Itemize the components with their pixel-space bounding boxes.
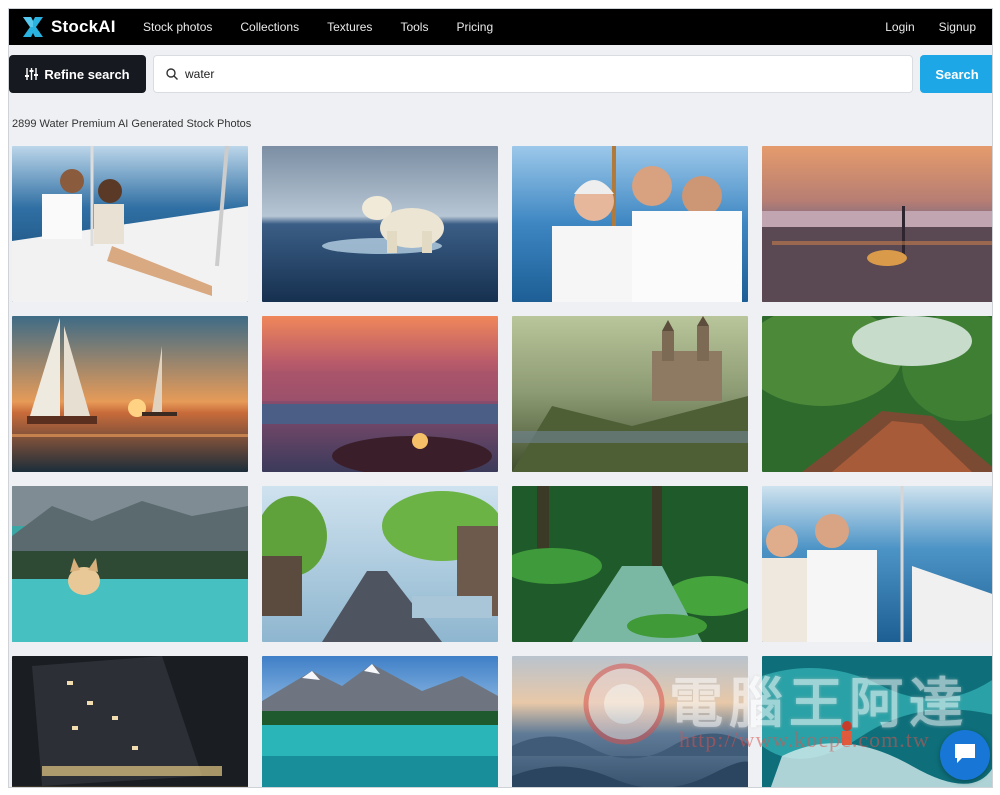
image-tile-mountain-turquoise-lake[interactable]: [262, 656, 498, 787]
auth-links: Login Signup: [861, 20, 976, 34]
top-navbar: StockAI Stock photos Collections Texture…: [9, 9, 992, 45]
login-link[interactable]: Login: [885, 20, 914, 34]
nav-textures[interactable]: Textures: [327, 20, 372, 34]
image-tile-coastal-city-dusk[interactable]: [262, 316, 498, 472]
image-tile-elderly-couple-on-boat[interactable]: [512, 146, 748, 302]
brand-logo[interactable]: StockAI: [23, 17, 135, 37]
nav-tools[interactable]: Tools: [400, 20, 428, 34]
search-icon: [166, 68, 178, 80]
image-tile-mossy-forest-stream[interactable]: [512, 486, 748, 642]
main-nav: Stock photos Collections Textures Tools …: [143, 20, 521, 34]
image-tile-canal-city-trees[interactable]: [262, 486, 498, 642]
image-tile-couple-on-sailboat[interactable]: [12, 146, 248, 302]
nav-stock-photos[interactable]: Stock photos: [143, 20, 212, 34]
search-row: Refine search Search: [9, 55, 992, 93]
refine-search-button[interactable]: Refine search: [9, 55, 146, 93]
brand-name: StockAI: [51, 17, 116, 36]
image-tile-jungle-river[interactable]: [762, 316, 992, 472]
refine-search-label: Refine search: [44, 66, 130, 82]
image-tile-elderly-couple-yacht[interactable]: [762, 486, 992, 642]
image-tile-castle-on-hill[interactable]: [512, 316, 748, 472]
image-tile-polar-bear-in-water[interactable]: [262, 146, 498, 302]
image-tile-dog-swimming-lake[interactable]: [12, 486, 248, 642]
image-tile-city-skyline-sunset[interactable]: [762, 146, 992, 302]
search-button[interactable]: Search: [920, 55, 992, 93]
stockai-logo-icon: [23, 17, 43, 37]
image-tile-office-building-night[interactable]: [12, 656, 248, 787]
search-input[interactable]: [185, 67, 865, 81]
signup-link[interactable]: Signup: [939, 20, 976, 34]
page-frame: StockAI Stock photos Collections Texture…: [8, 8, 993, 788]
results-count: 2899 Water Premium AI Generated Stock Ph…: [12, 118, 252, 130]
nav-collections[interactable]: Collections: [240, 20, 299, 34]
image-tile-sailboats-at-sunset[interactable]: [12, 316, 248, 472]
sliders-icon: [25, 68, 39, 80]
chat-button[interactable]: [940, 730, 990, 780]
nav-pricing[interactable]: Pricing: [456, 20, 493, 34]
image-tile-misty-sea-waves[interactable]: [512, 656, 748, 787]
search-box: [153, 55, 913, 93]
chat-bubble-icon: [953, 742, 977, 769]
